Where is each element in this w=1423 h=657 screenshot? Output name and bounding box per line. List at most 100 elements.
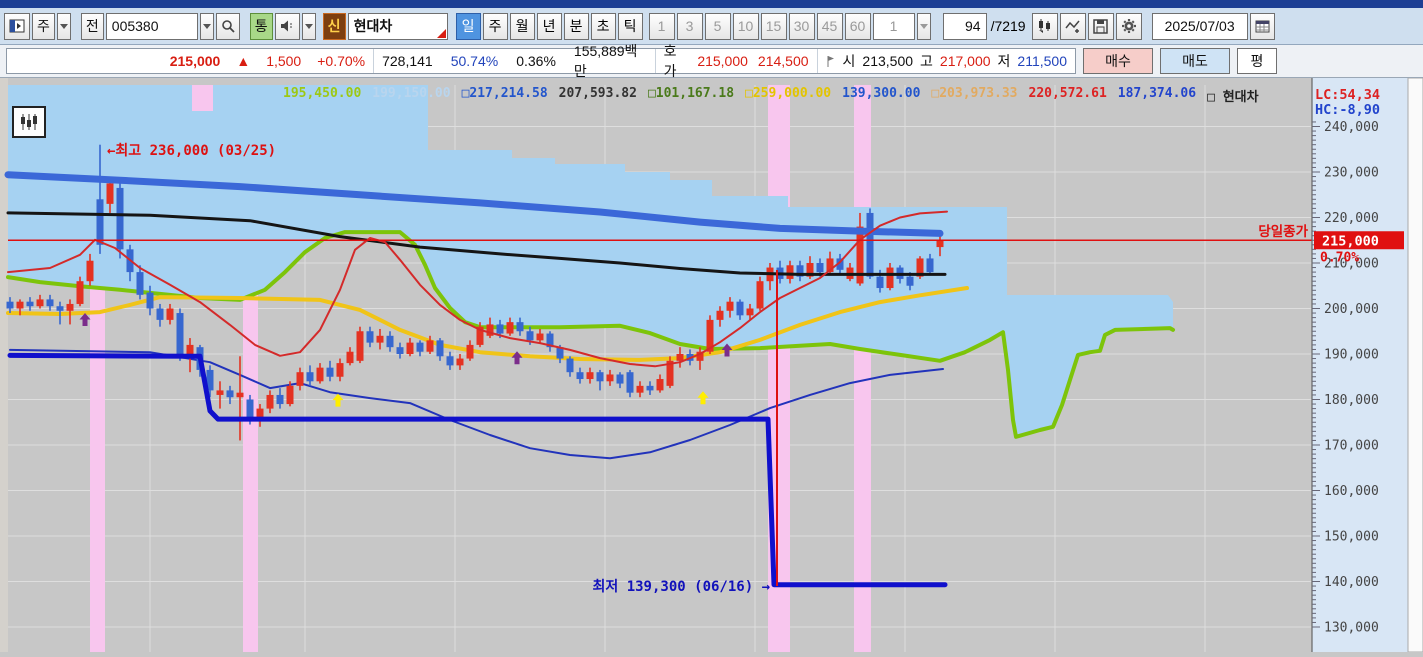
indicator-value: 195,450.00 bbox=[283, 86, 362, 101]
volume-ratio: 50.74% bbox=[450, 53, 499, 69]
tab-month[interactable]: 월 bbox=[509, 12, 535, 40]
chart-grid-button[interactable] bbox=[12, 106, 46, 138]
tab-day[interactable]: 일 bbox=[455, 12, 481, 40]
avg-button[interactable]: 평 bbox=[1237, 48, 1277, 74]
svg-text:당일종가: 당일종가 bbox=[1258, 223, 1308, 240]
min-60-button[interactable]: 60 bbox=[844, 12, 871, 40]
svg-text:최저 139,300 (06/16) →: 최저 139,300 (06/16) → bbox=[593, 579, 770, 595]
tab-year[interactable]: 년 bbox=[536, 12, 562, 40]
svg-text:180,000: 180,000 bbox=[1324, 393, 1379, 408]
layout-icon[interactable] bbox=[4, 12, 30, 40]
ask-price: 215,000 bbox=[697, 53, 748, 69]
tab-tick[interactable]: 틱 bbox=[617, 12, 643, 40]
period-dropdown-icon[interactable] bbox=[56, 12, 71, 40]
tick-count-field[interactable]: 1 bbox=[872, 12, 915, 40]
calendar-icon[interactable] bbox=[1249, 12, 1275, 40]
search-icon[interactable] bbox=[215, 12, 240, 40]
save-icon[interactable] bbox=[1087, 12, 1114, 40]
date-input[interactable]: 2025/07/03 bbox=[1151, 12, 1248, 40]
indicator-value: 187,374.06 bbox=[1117, 86, 1197, 101]
gear-icon[interactable] bbox=[1115, 12, 1142, 40]
speaker-dropdown-icon[interactable] bbox=[301, 12, 316, 40]
min-3-button[interactable]: 3 bbox=[676, 12, 703, 40]
turnover-ratio: 0.36% bbox=[516, 53, 556, 69]
candle-compare-icon[interactable] bbox=[1031, 12, 1058, 40]
indicator-value: 199,150.00 bbox=[372, 86, 451, 101]
min-15-button[interactable]: 15 bbox=[760, 12, 787, 40]
period-button[interactable]: 주 bbox=[32, 12, 55, 40]
min-5-button[interactable]: 5 bbox=[704, 12, 731, 40]
svg-text:0.70%: 0.70% bbox=[1320, 250, 1359, 265]
tab-week[interactable]: 주 bbox=[482, 12, 508, 40]
jeon-label: 전 bbox=[85, 18, 99, 34]
shin-badge[interactable]: 신 bbox=[322, 12, 346, 40]
flag-icon bbox=[827, 56, 834, 67]
min-45-button[interactable]: 45 bbox=[816, 12, 843, 40]
bar-count-input[interactable]: 94 bbox=[942, 12, 987, 40]
min-1-button[interactable]: 1 bbox=[648, 12, 675, 40]
quote-bar: 215,000 ▲ 1,500 +0.70% 728,141 50.74% 0.… bbox=[0, 43, 1423, 79]
chart-toolbar: 주 전 005380 통 신 현대차 일 주 월 년 분 초 틱 1 3 5 1… bbox=[0, 8, 1423, 45]
stock-code-value: 005380 bbox=[111, 18, 159, 34]
speaker-icon[interactable] bbox=[274, 12, 300, 40]
price-chart-canvas[interactable]: 130,000 140,000 150,000 160,000 170,000 180,0… bbox=[0, 77, 1423, 653]
svg-text:160,000: 160,000 bbox=[1324, 484, 1379, 499]
hoga-label: 호가 bbox=[663, 43, 677, 79]
bar-count-value: 94 bbox=[964, 18, 981, 34]
tab-minute[interactable]: 분 bbox=[563, 12, 589, 40]
svg-text:LC:54,34: LC:54,34 bbox=[1315, 87, 1380, 103]
indicator-value: □203,973.33 bbox=[931, 86, 1018, 101]
svg-text:215,000: 215,000 bbox=[1322, 233, 1379, 249]
indicator-value: □217,214.58 bbox=[461, 86, 548, 101]
stock-code-input[interactable]: 005380 bbox=[105, 12, 198, 40]
price-change: 1,500 bbox=[266, 53, 302, 69]
price-change-pct: +0.70% bbox=[317, 53, 366, 69]
bar-total-label: /7219 bbox=[990, 18, 1026, 34]
ohl-segment: 시 213,500 고 217,000 저 211,500 bbox=[818, 49, 1075, 73]
jeon-button[interactable]: 전 bbox=[80, 12, 104, 40]
date-value: 2025/07/03 bbox=[1164, 18, 1235, 34]
min-30-button[interactable]: 30 bbox=[788, 12, 815, 40]
trade-amount: 155,889백만 bbox=[573, 43, 638, 79]
svg-text:190,000: 190,000 bbox=[1324, 348, 1379, 363]
low-price: 211,500 bbox=[1017, 53, 1067, 69]
svg-text:150,000: 150,000 bbox=[1324, 530, 1379, 545]
buy-button[interactable]: 매수 bbox=[1083, 48, 1153, 74]
indicator-value: □101,167.18 bbox=[647, 86, 735, 101]
min-10-button[interactable]: 10 bbox=[732, 12, 759, 40]
high-label: 고 bbox=[920, 53, 933, 69]
sell-button[interactable]: 매도 bbox=[1160, 48, 1230, 74]
volume: 728,141 bbox=[382, 53, 433, 69]
resize-triangle-icon bbox=[436, 28, 446, 38]
code-dropdown-icon[interactable] bbox=[199, 12, 214, 40]
price-segment: 215,000 ▲ 1,500 +0.70% bbox=[7, 49, 375, 73]
mini-candles-icon bbox=[21, 114, 37, 130]
title-strip bbox=[0, 0, 1423, 8]
stock-name-value: 현대차 bbox=[353, 18, 393, 34]
svg-text:140,000: 140,000 bbox=[1324, 575, 1379, 590]
tab-second[interactable]: 초 bbox=[590, 12, 616, 40]
trendline-icon[interactable] bbox=[1059, 12, 1086, 40]
bid-price: 214,500 bbox=[757, 53, 809, 69]
svg-text:220,000: 220,000 bbox=[1324, 211, 1379, 226]
low-label: 저 bbox=[997, 53, 1011, 69]
open-label: 시 bbox=[842, 53, 856, 69]
tick-dropdown-icon[interactable] bbox=[916, 12, 931, 40]
indicator-value: □259,000.00 bbox=[745, 86, 832, 101]
tong-button[interactable]: 통 bbox=[249, 12, 273, 40]
svg-text:240,000: 240,000 bbox=[1324, 120, 1379, 135]
stock-name-field[interactable]: 현대차 bbox=[347, 12, 448, 40]
svg-text:←최고 236,000 (03/25): ←최고 236,000 (03/25) bbox=[107, 143, 276, 159]
tong-label: 통 bbox=[254, 18, 268, 34]
quote-field: 215,000 ▲ 1,500 +0.70% 728,141 50.74% 0.… bbox=[6, 43, 1076, 79]
indicator-value: 139,300.00 bbox=[842, 86, 921, 101]
svg-text:HC:-8,90: HC:-8,90 bbox=[1315, 102, 1380, 118]
hoga-segment: 호가 215,000 214,500 bbox=[656, 43, 818, 79]
period-tabs: 일 주 월 년 분 초 틱 bbox=[455, 12, 645, 40]
change-arrow-icon: ▲ bbox=[236, 53, 251, 69]
svg-text:130,000: 130,000 bbox=[1324, 621, 1379, 636]
open-price: 213,500 bbox=[862, 53, 914, 69]
period-label: 주 bbox=[37, 18, 50, 34]
volume-segment: 728,141 50.74% 0.36% 155,889백만 bbox=[374, 43, 656, 79]
svg-text:230,000: 230,000 bbox=[1324, 166, 1379, 181]
